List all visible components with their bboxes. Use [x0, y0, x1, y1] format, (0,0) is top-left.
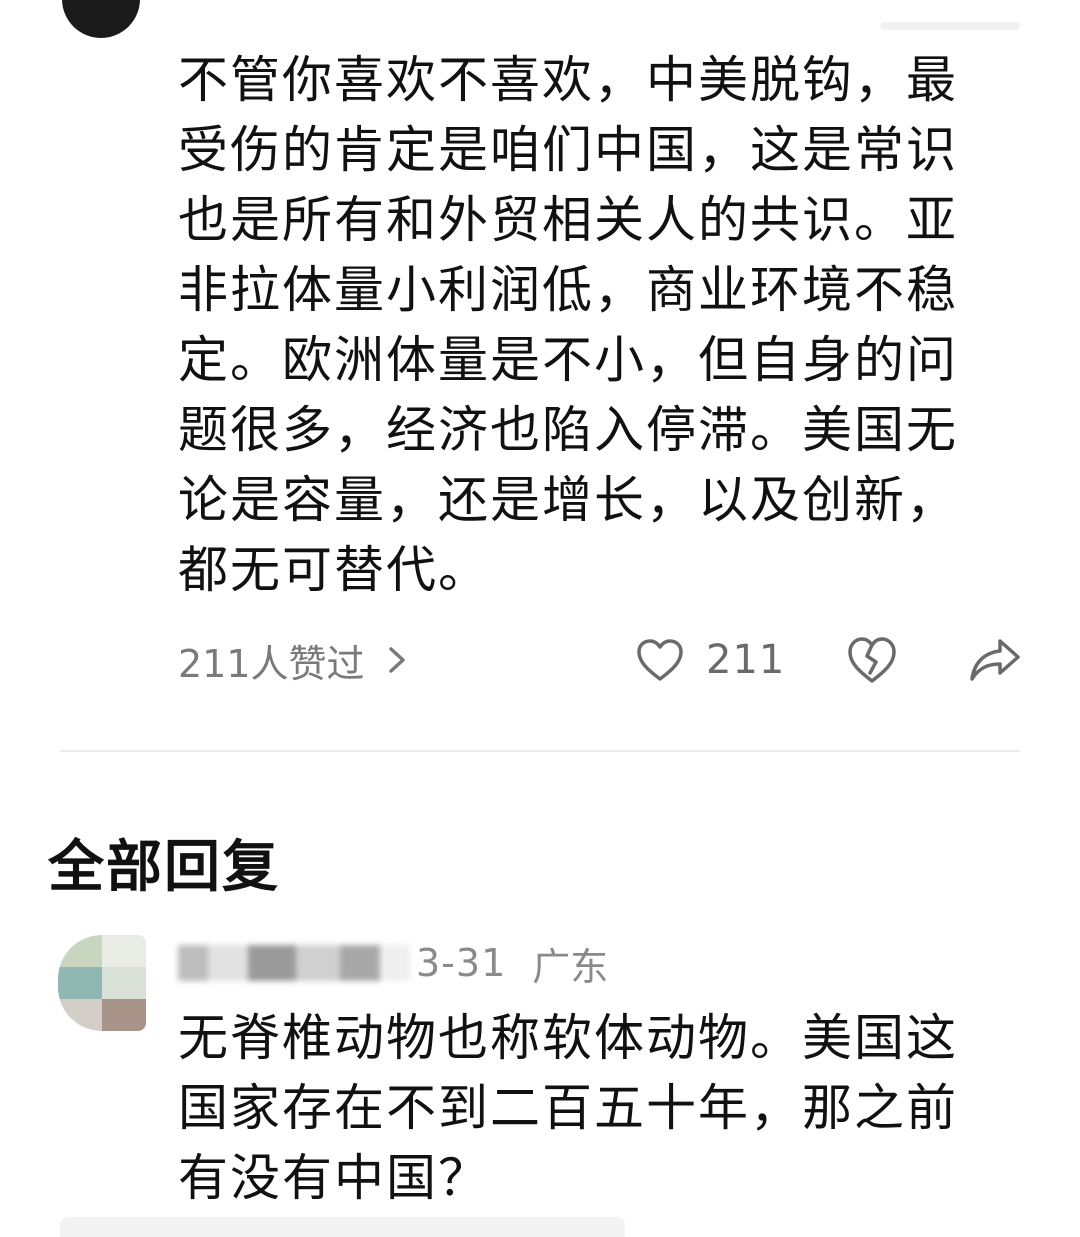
reply-location: 广东	[532, 944, 609, 989]
post-actions: 211人赞过 211	[178, 630, 1028, 690]
reply-meta: 3-31 广东	[178, 938, 609, 989]
replies-section-title: 全部回复	[48, 835, 280, 900]
post-text: 不管你喜欢不喜欢，中美脱钩，最 受伤的肯定是咱们中国，这是常识 也是所有和外贸相…	[178, 51, 958, 599]
avatar-pixel	[102, 999, 146, 1031]
previous-avatar[interactable]	[62, 0, 140, 38]
avatar-pixel	[58, 999, 102, 1031]
redacted-username	[178, 941, 410, 985]
avatar-pixel	[58, 967, 102, 999]
avatar-pixel	[102, 935, 146, 967]
avatar-pixel	[58, 935, 102, 967]
like-count: 211	[706, 637, 786, 683]
broken-heart-icon[interactable]	[846, 635, 898, 685]
likers-link[interactable]: 211人赞过	[178, 630, 409, 690]
reply-avatar[interactable]	[58, 935, 146, 1031]
like-button[interactable]: 211	[636, 630, 785, 690]
section-divider	[60, 750, 1020, 752]
heart-outline-icon	[637, 639, 683, 681]
likers-label: 211人赞过	[178, 641, 365, 686]
top-divider-fragment	[880, 22, 1020, 30]
reply-text: 无脊椎动物也称软体动物。美国这 国家存在不到二百五十年，那之前 有没有中国？	[178, 1009, 958, 1207]
next-reply-fragment	[60, 1217, 625, 1237]
reply-date: 3-31	[416, 941, 507, 985]
share-arrow-icon[interactable]	[968, 635, 1022, 685]
avatar-pixel	[102, 967, 146, 999]
chevron-right-icon	[388, 647, 405, 673]
